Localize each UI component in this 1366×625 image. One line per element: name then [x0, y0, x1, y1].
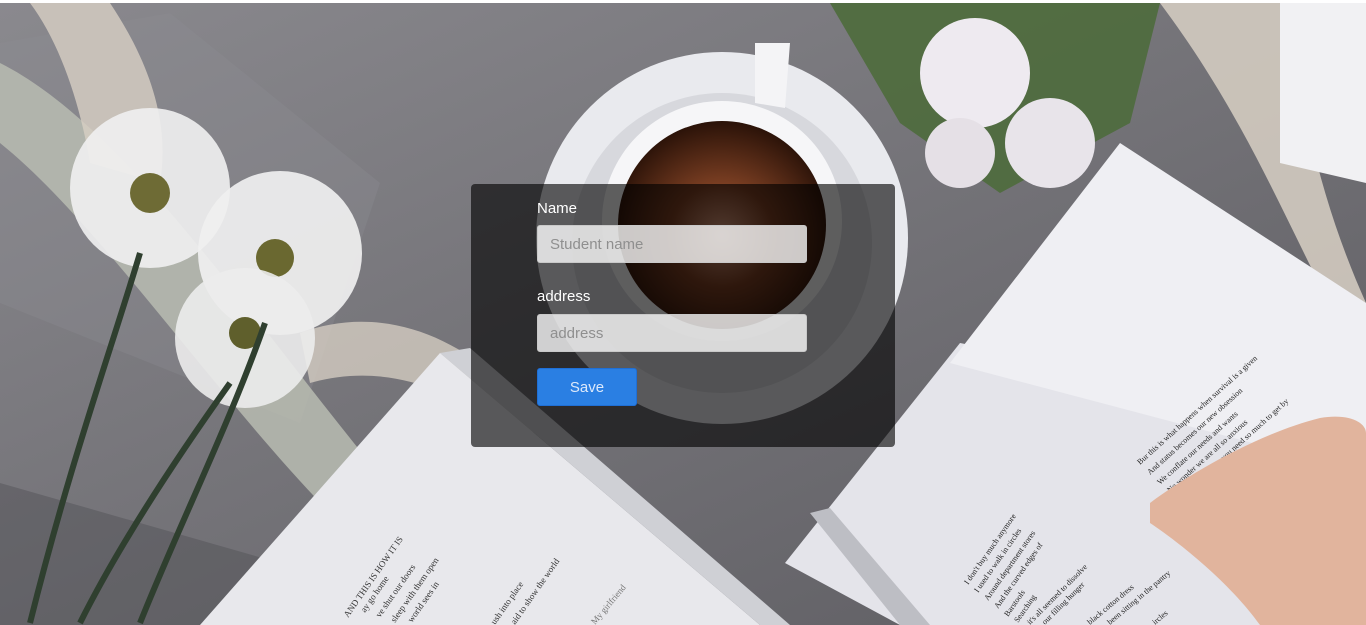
student-name-input[interactable] — [537, 225, 807, 263]
address-input[interactable] — [537, 314, 807, 352]
address-label: address — [537, 288, 591, 305]
name-label: Name — [537, 200, 578, 217]
cup-handle — [755, 43, 790, 108]
paper-corner — [1280, 3, 1366, 183]
save-button[interactable]: Save — [537, 368, 637, 406]
student-form-panel: Name address Save — [471, 184, 895, 447]
